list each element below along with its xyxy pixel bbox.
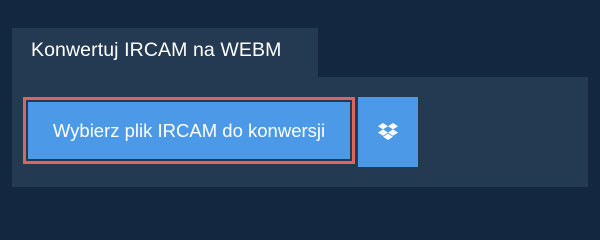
upload-panel: Wybierz plik IRCAM do konwersji bbox=[12, 77, 588, 187]
converter-tab-title: Konwertuj IRCAM na WEBM bbox=[31, 39, 282, 61]
dropbox-button[interactable] bbox=[358, 97, 418, 167]
select-file-button[interactable]: Wybierz plik IRCAM do konwersji bbox=[23, 97, 355, 164]
converter-tab: Konwertuj IRCAM na WEBM bbox=[12, 28, 318, 77]
select-file-button-label: Wybierz plik IRCAM do konwersji bbox=[28, 102, 350, 159]
dropbox-icon bbox=[378, 123, 398, 140]
